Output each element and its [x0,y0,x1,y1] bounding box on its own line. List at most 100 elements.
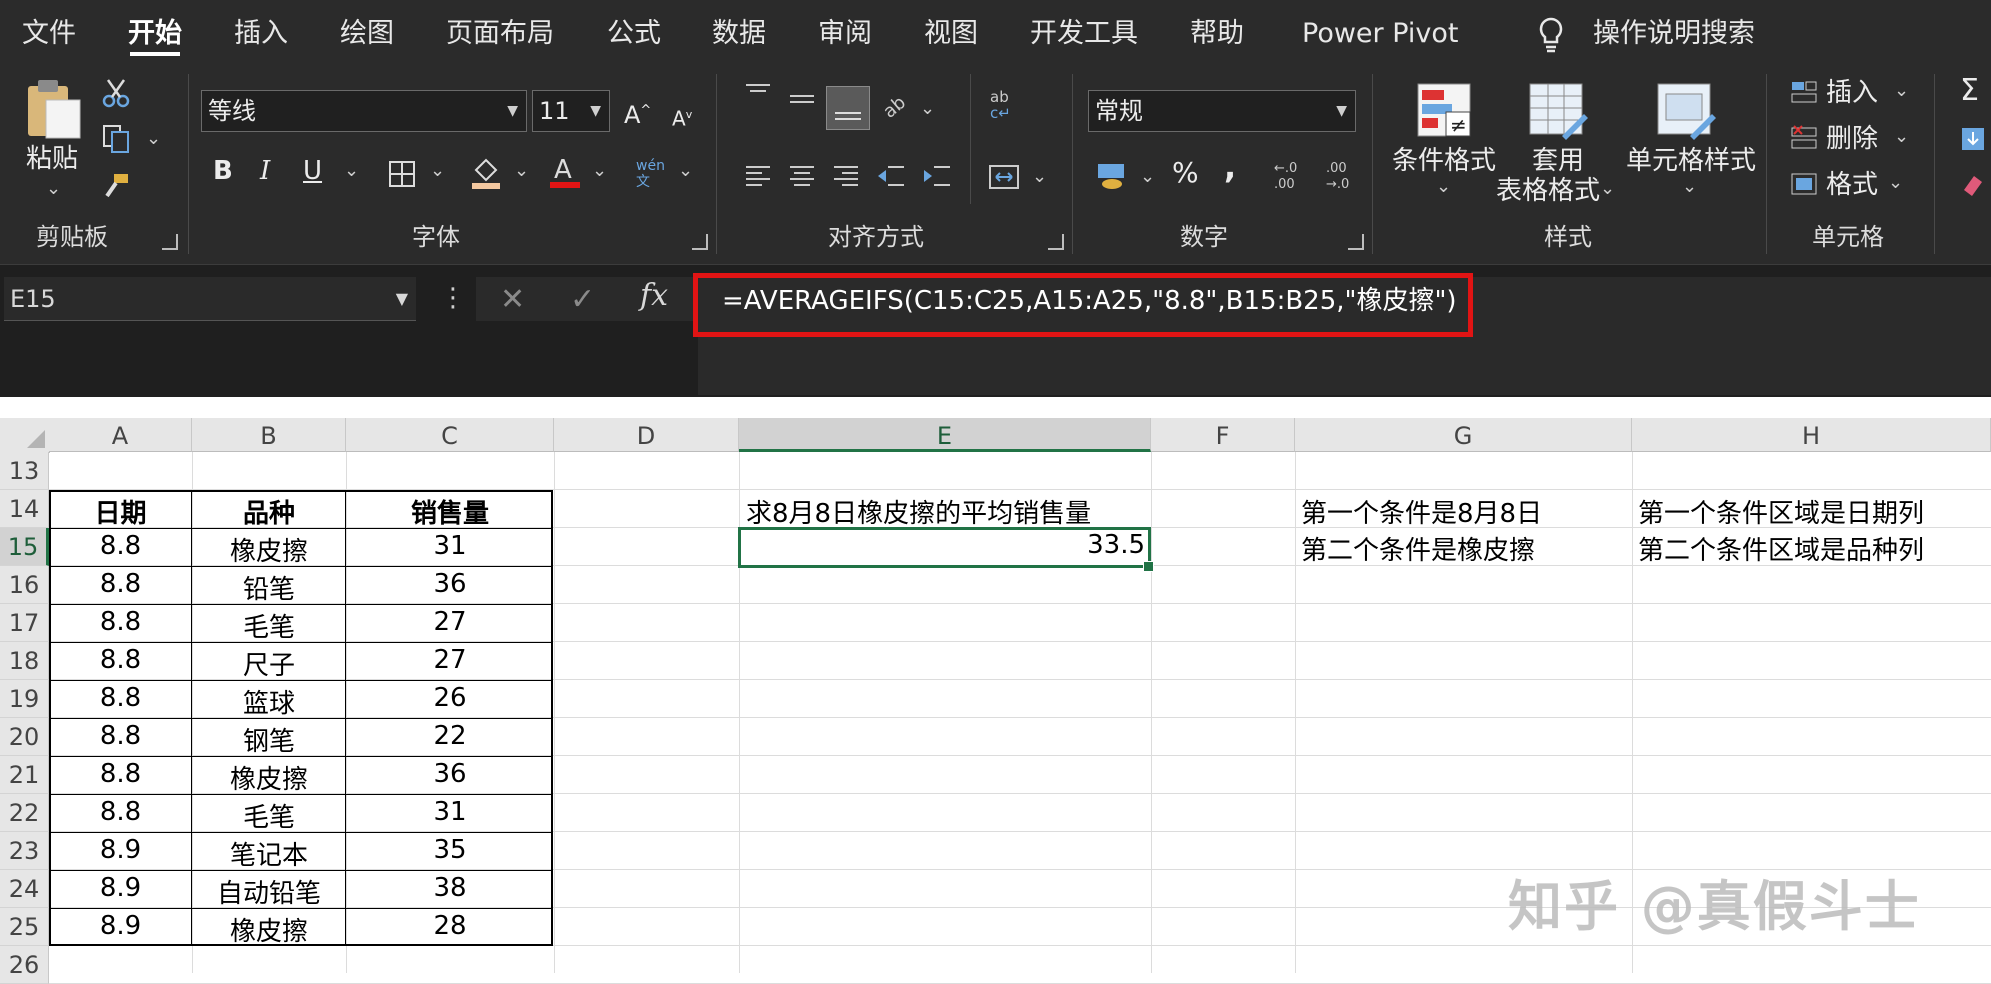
tab-insert[interactable]: 插入 [234,14,288,54]
fill-color-dropdown-icon[interactable]: ⌄ [514,160,529,181]
increase-decimal-icon[interactable]: ←.0.00 [1270,158,1304,196]
row-header-18[interactable]: 18 [0,642,49,680]
autosum-icon[interactable]: Σ [1960,76,1979,106]
clipboard-launcher-icon[interactable] [162,234,178,250]
table-cell-c24[interactable]: 38 [346,873,554,903]
table-cell-b24[interactable]: 自动铅笔 [192,873,346,910]
tab-draw[interactable]: 绘图 [340,14,394,54]
row-header-25[interactable]: 25 [0,908,49,946]
cell-styles-button[interactable]: 单元格样式 [1626,146,1756,176]
table-header-b[interactable]: 品种 [192,493,346,530]
conditional-formatting-dropdown-icon[interactable]: ⌄ [1436,176,1451,197]
decrease-font-size-icon[interactable]: Av [672,100,692,134]
table-cell-c17[interactable]: 27 [346,607,554,637]
insert-function-icon[interactable]: fx [640,278,668,313]
insert-cells-icon[interactable] [1790,78,1818,110]
wrap-text-icon[interactable]: ab c↵ [990,88,1018,126]
table-cell-a25[interactable]: 8.9 [49,911,192,941]
tab-file[interactable]: 文件 [22,14,76,54]
table-cell-c18[interactable]: 27 [346,645,554,675]
row-header-21[interactable]: 21 [0,756,49,794]
borders-icon[interactable] [388,160,416,192]
column-header-g[interactable]: G [1295,418,1632,452]
row-header-17[interactable]: 17 [0,604,49,642]
format-cells-button[interactable]: 格式 [1826,170,1878,200]
row-header-24[interactable]: 24 [0,870,49,908]
accounting-format-icon[interactable] [1096,158,1130,196]
cell-e15[interactable]: 33.5 [739,530,1145,560]
table-cell-b16[interactable]: 铅笔 [192,569,346,606]
table-cell-b22[interactable]: 毛笔 [192,797,346,834]
accounting-dropdown-icon[interactable]: ⌄ [1140,166,1155,187]
copy-dropdown-icon[interactable]: ⌄ [146,128,161,149]
table-cell-c21[interactable]: 36 [346,759,554,789]
cell-h15[interactable]: 第二个条件区域是品种列 [1638,530,1924,567]
merge-dropdown-icon[interactable]: ⌄ [1032,166,1047,187]
row-header-19[interactable]: 19 [0,680,49,718]
cell-styles-dropdown-icon[interactable]: ⌄ [1682,176,1697,197]
table-cell-a23[interactable]: 8.9 [49,835,192,865]
tell-me-search[interactable]: 操作说明搜索 [1593,14,1755,54]
table-header-a[interactable]: 日期 [49,493,192,530]
cell-e14[interactable]: 求8月8日橡皮擦的平均销售量 [746,493,1091,530]
tab-page-layout[interactable]: 页面布局 [446,14,554,54]
table-cell-c22[interactable]: 31 [346,797,554,827]
column-header-d[interactable]: D [554,418,739,452]
copy-icon[interactable] [102,124,130,158]
cell-g14[interactable]: 第一个条件是8月8日 [1301,493,1542,530]
underline-button[interactable]: U [303,156,322,186]
row-header-16[interactable]: 16 [0,566,49,604]
borders-dropdown-icon[interactable]: ⌄ [430,160,445,181]
table-cell-a17[interactable]: 8.8 [49,607,192,637]
paste-icon[interactable] [24,78,84,144]
tab-review[interactable]: 审阅 [818,14,872,54]
row-header-26[interactable]: 26 [0,946,49,984]
column-header-e[interactable]: E [739,418,1151,452]
table-cell-b18[interactable]: 尺子 [192,645,346,682]
format-as-table-button[interactable]: 表格格式 [1496,176,1600,206]
tab-formulas[interactable]: 公式 [607,14,661,54]
delete-cells-button[interactable]: 删除 [1826,124,1878,154]
cell-h14[interactable]: 第一个条件区域是日期列 [1638,493,1924,530]
font-name-combo[interactable]: 等线 ▼ [201,90,527,132]
table-cell-a18[interactable]: 8.8 [49,645,192,675]
delete-cells-dropdown-icon[interactable]: ⌄ [1894,126,1909,147]
bold-button[interactable]: B [213,156,233,186]
cancel-icon[interactable]: ✕ [500,282,525,317]
format-painter-icon[interactable] [102,172,130,204]
row-header-22[interactable]: 22 [0,794,49,832]
align-top-icon[interactable] [744,82,772,108]
table-cell-c20[interactable]: 22 [346,721,554,751]
table-cell-c23[interactable]: 35 [346,835,554,865]
delete-cells-icon[interactable] [1790,124,1818,156]
font-launcher-icon[interactable] [692,234,708,250]
table-cell-c16[interactable]: 36 [346,569,554,599]
alignment-launcher-icon[interactable] [1048,234,1064,250]
tab-home[interactable]: 开始 [128,14,182,56]
row-header-23[interactable]: 23 [0,832,49,870]
table-cell-c19[interactable]: 26 [346,683,554,713]
percent-style-button[interactable]: % [1172,158,1199,188]
align-left-icon[interactable] [744,164,772,192]
underline-dropdown-icon[interactable]: ⌄ [344,160,359,181]
more-options-icon[interactable]: ⋮ [440,283,466,313]
cut-icon[interactable] [102,78,130,112]
paste-button[interactable]: 粘贴 [26,144,78,174]
table-cell-c25[interactable]: 28 [346,911,554,941]
conditional-formatting-icon[interactable]: ≠ [1416,82,1472,144]
orientation-dropdown-icon[interactable]: ⌄ [920,98,935,119]
table-header-c[interactable]: 销售量 [346,493,554,530]
align-middle-icon[interactable] [788,90,816,116]
tab-view[interactable]: 视图 [924,14,978,54]
number-format-combo[interactable]: 常规 ▼ [1088,90,1356,132]
table-cell-a24[interactable]: 8.9 [49,873,192,903]
format-cells-icon[interactable] [1790,170,1818,202]
table-cell-b23[interactable]: 笔记本 [192,835,346,872]
tab-data[interactable]: 数据 [712,14,766,54]
table-cell-a22[interactable]: 8.8 [49,797,192,827]
cell-g15[interactable]: 第二个条件是橡皮擦 [1301,530,1535,567]
table-cell-a16[interactable]: 8.8 [49,569,192,599]
insert-cells-button[interactable]: 插入 [1826,78,1878,108]
decrease-indent-icon[interactable] [876,164,906,192]
align-bottom-icon[interactable] [826,86,870,130]
